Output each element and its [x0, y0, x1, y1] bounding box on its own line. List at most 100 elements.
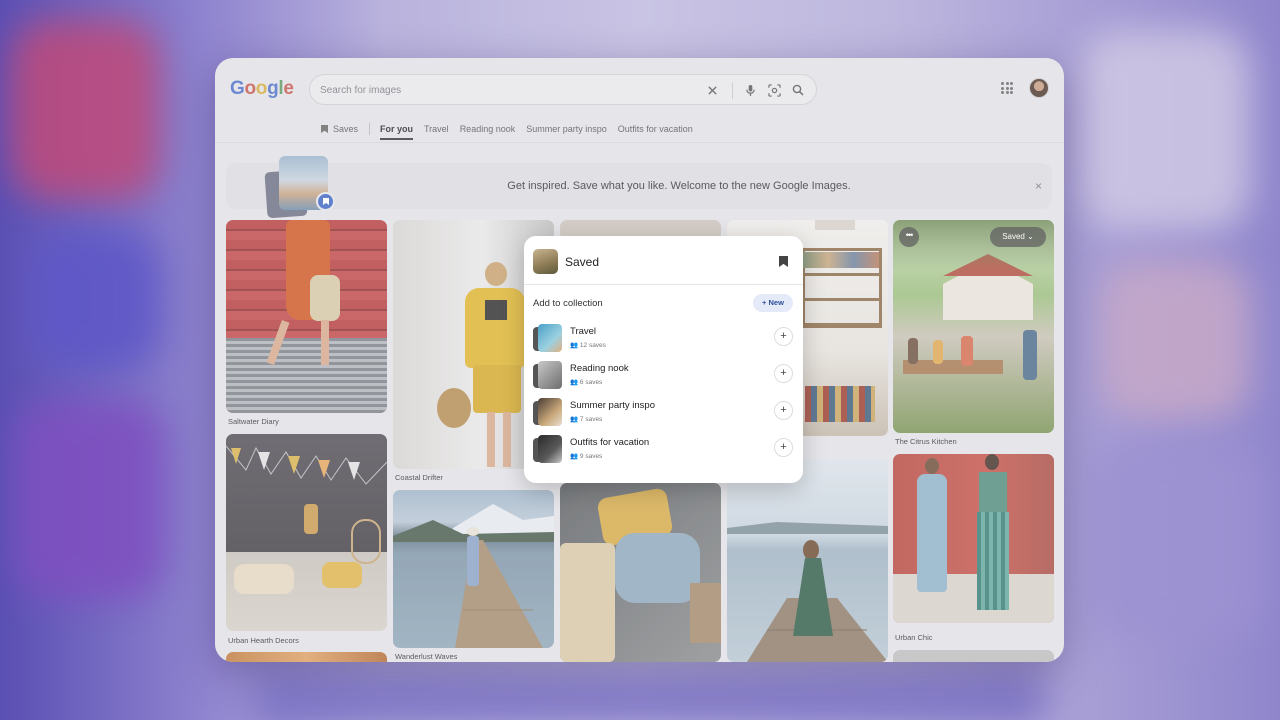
- header: Google Saves For you Tra: [215, 58, 1064, 142]
- head-shape: [925, 458, 939, 474]
- new-collection-button[interactable]: + New: [753, 294, 793, 312]
- search-icon[interactable]: [789, 81, 807, 99]
- banner-text: Get inspired. Save what you like. Welcom…: [507, 180, 851, 192]
- person-shape: [961, 336, 973, 366]
- head-shape: [803, 540, 819, 560]
- books-shape: [803, 252, 879, 268]
- tab-for-you[interactable]: For you: [380, 123, 414, 141]
- popup-title: Saved: [565, 255, 600, 269]
- google-logo[interactable]: Google: [230, 78, 294, 100]
- head-shape: [985, 454, 999, 470]
- apps-grid-icon[interactable]: [1001, 82, 1013, 94]
- collection-item-outfits-for-vacation[interactable]: Outfits for vacation 👥 9 saves +: [533, 433, 793, 466]
- collection-item-reading-nook[interactable]: Reading nook 👥 6 saves +: [533, 359, 793, 392]
- table-shape: [903, 360, 1003, 374]
- person-shape: [1023, 330, 1037, 380]
- more-options-button[interactable]: •••: [899, 227, 919, 247]
- tab-summer-party-inspo[interactable]: Summer party inspo: [526, 123, 607, 141]
- saved-item-thumbnail: [533, 249, 558, 274]
- collection-item-summer-party-inspo[interactable]: Summer party inspo 👥 7 saves +: [533, 396, 793, 429]
- basket-bag-shape: [437, 388, 471, 428]
- stairs-shape: [226, 338, 387, 413]
- leg-shape: [487, 412, 495, 467]
- camera-lens-icon[interactable]: [765, 81, 783, 99]
- card-caption[interactable]: The Citrus Kitchen: [895, 437, 957, 446]
- head-shape: [485, 262, 507, 286]
- person-shape: [908, 338, 918, 364]
- save-count: 👥 9 saves: [570, 453, 603, 460]
- image-card[interactable]: [393, 490, 554, 648]
- chair-shape: [351, 519, 381, 564]
- bookmark-icon: [321, 125, 328, 133]
- cake-shape: [304, 504, 318, 534]
- collection-thumbnail: [533, 324, 562, 353]
- image-card[interactable]: [727, 458, 888, 662]
- close-icon[interactable]: [703, 81, 721, 99]
- tab-reading-nook[interactable]: Reading nook: [460, 123, 516, 141]
- tab-divider: [369, 123, 371, 135]
- image-card[interactable]: [560, 483, 721, 662]
- card-caption[interactable]: Urban Hearth Decors: [228, 636, 299, 645]
- leg-shape: [321, 320, 329, 365]
- blanket-shape: [560, 543, 615, 662]
- tab-saves[interactable]: Saves: [321, 123, 358, 141]
- blurred-shape: [1090, 440, 1260, 640]
- collection-thumbnail: [533, 435, 562, 464]
- saved-popup: Saved Add to collection + New Travel 👥 1…: [524, 236, 803, 483]
- image-card[interactable]: [893, 454, 1054, 623]
- top-shape: [485, 300, 507, 320]
- rug-shape: [805, 386, 875, 422]
- image-card[interactable]: [226, 652, 387, 662]
- avatar[interactable]: [1029, 78, 1049, 98]
- collection-thumbnail: [533, 398, 562, 427]
- cushion-shape: [234, 564, 294, 594]
- card-caption[interactable]: Urban Chic: [895, 633, 933, 642]
- tab-travel[interactable]: Travel: [424, 123, 449, 141]
- blurred-shape: [15, 400, 165, 600]
- tab-outfits-for-vacation[interactable]: Outfits for vacation: [618, 123, 693, 141]
- browser-window: Google Saves For you Tra: [215, 58, 1064, 662]
- close-icon[interactable]: ×: [1035, 179, 1042, 193]
- pants-shape: [977, 512, 1009, 610]
- save-count: 👥 7 saves: [570, 416, 603, 423]
- card-caption[interactable]: Saltwater Diary: [228, 417, 279, 426]
- save-count: 👥 12 saves: [570, 342, 606, 349]
- collection-thumbnail: [533, 361, 562, 390]
- card-caption[interactable]: Wanderlust Waves: [395, 652, 457, 661]
- top-shape: [979, 472, 1007, 512]
- tab-bar: Saves For you Travel Reading nook Summer…: [321, 122, 704, 142]
- bookmark-icon[interactable]: [779, 256, 788, 267]
- saved-dropdown-button[interactable]: Saved ⌄: [990, 227, 1046, 247]
- blurred-shape: [30, 230, 160, 370]
- add-to-collection-button[interactable]: +: [774, 364, 793, 383]
- lamp-shape: [815, 220, 855, 230]
- add-to-collection-button[interactable]: +: [774, 327, 793, 346]
- welcome-banner: Get inspired. Save what you like. Welcom…: [226, 156, 1052, 219]
- bunting-shape: [226, 445, 387, 485]
- add-to-collection-button[interactable]: +: [774, 401, 793, 420]
- microphone-icon[interactable]: [741, 81, 759, 99]
- blurred-shape: [250, 670, 1050, 720]
- leg-shape: [503, 412, 511, 467]
- shorts-shape: [473, 365, 521, 413]
- save-count: 👥 6 saves: [570, 379, 603, 386]
- bookmark-badge-icon: [316, 192, 335, 211]
- beanbag-shape: [615, 533, 700, 603]
- search-divider: [732, 82, 733, 99]
- card-caption[interactable]: Coastal Drifter: [395, 473, 443, 482]
- add-to-collection-button[interactable]: +: [774, 438, 793, 457]
- tote-bag-shape: [310, 275, 340, 321]
- collection-item-travel[interactable]: Travel 👥 12 saves +: [533, 322, 793, 355]
- dress-shape: [917, 474, 947, 592]
- blurred-shape: [1080, 30, 1250, 230]
- person-shape: [933, 340, 943, 364]
- image-card[interactable]: [226, 434, 387, 631]
- header-divider: [215, 142, 1064, 143]
- image-card[interactable]: [226, 220, 387, 413]
- blurred-shape: [10, 20, 160, 200]
- image-card[interactable]: [893, 650, 1054, 662]
- cushion-shape: [322, 562, 362, 588]
- popup-divider: [524, 284, 803, 285]
- search-input[interactable]: [320, 81, 700, 99]
- image-card[interactable]: [893, 220, 1054, 433]
